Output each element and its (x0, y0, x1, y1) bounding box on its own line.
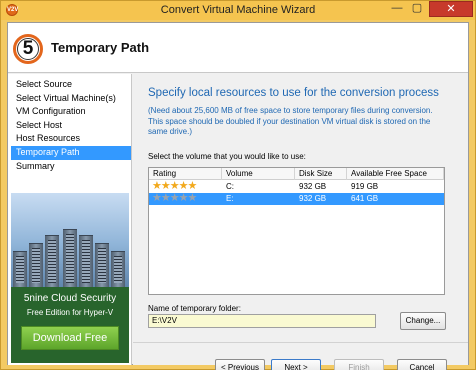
main-content: Specify local resources to use for the c… (133, 74, 468, 370)
volume-cell: E: (226, 194, 234, 203)
step-vm-configuration[interactable]: VM Configuration (11, 105, 131, 119)
wizard-header: 5 Temporary Path (8, 23, 468, 73)
rating-stars-icon: ★★★★★ (152, 180, 197, 192)
step-host-resources[interactable]: Host Resources (11, 132, 131, 146)
temp-folder-label: Name of temporary folder: (148, 304, 241, 313)
next-button[interactable]: Next > (271, 359, 321, 370)
wizard-client-area: 5 Temporary Path Select Source Select Vi… (7, 22, 469, 370)
step-select-source[interactable]: Select Source (11, 78, 131, 92)
rating-stars-icon: ★★★★★ (152, 192, 197, 204)
step-select-virtual-machines[interactable]: Select Virtual Machine(s) (11, 92, 131, 106)
column-header-free-space[interactable]: Available Free Space (347, 168, 444, 180)
promo-banner: 5nine Cloud Security Free Edition for Hy… (11, 193, 129, 363)
finish-button[interactable]: Finish (334, 359, 384, 370)
volume-table[interactable]: Rating Volume Disk Size Available Free S… (148, 167, 445, 295)
column-header-rating[interactable]: Rating (149, 168, 222, 180)
column-header-volume[interactable]: Volume (222, 168, 295, 180)
volume-cell: C: (226, 182, 234, 191)
section-heading: Specify local resources to use for the c… (148, 87, 439, 99)
steps-list: Select Source Select Virtual Machine(s) … (11, 78, 131, 173)
column-header-disk-size[interactable]: Disk Size (295, 168, 347, 180)
table-header: Rating Volume Disk Size Available Free S… (149, 168, 444, 180)
step-summary[interactable]: Summary (11, 160, 131, 174)
download-free-button[interactable]: Download Free (21, 326, 119, 350)
close-button[interactable]: ✕ (429, 1, 473, 17)
maximize-button[interactable]: ▢ (407, 1, 427, 17)
cancel-button[interactable]: Cancel (397, 359, 447, 370)
footer-divider (133, 342, 468, 343)
minimize-button[interactable]: — (387, 1, 407, 17)
disk-size-cell: 932 GB (299, 194, 327, 203)
temp-folder-input[interactable]: E:\V2V (148, 314, 376, 328)
title-bar[interactable]: V2V Convert Virtual Machine Wizard — ▢ ✕ (1, 1, 475, 20)
disk-size-cell: 932 GB (299, 182, 327, 191)
wizard-window: V2V Convert Virtual Machine Wizard — ▢ ✕… (0, 0, 476, 370)
previous-button[interactable]: < Previous (215, 359, 265, 370)
space-requirement-note: (Need about 25,600 MB of free space to s… (148, 106, 433, 136)
step-number: 5 (22, 38, 34, 59)
step-temporary-path[interactable]: Temporary Path (11, 145, 131, 160)
table-row[interactable]: ★★★★★ E: 932 GB 641 GB (149, 193, 444, 205)
volume-select-label: Select the volume that you would like to… (148, 152, 306, 161)
wizard-steps-sidebar: Select Source Select Virtual Machine(s) … (8, 74, 132, 365)
page-title: Temporary Path (51, 40, 150, 55)
promo-title: 5nine Cloud Security (23, 293, 117, 304)
free-space-cell: 919 GB (351, 182, 379, 191)
promo-subtitle: Free Edition for Hyper-V (26, 308, 114, 317)
change-folder-button[interactable]: Change... (400, 312, 446, 330)
server-racks-image (11, 193, 129, 287)
step-select-host[interactable]: Select Host (11, 119, 131, 133)
free-space-cell: 641 GB (351, 194, 379, 203)
step-number-badge: 5 (13, 34, 43, 64)
